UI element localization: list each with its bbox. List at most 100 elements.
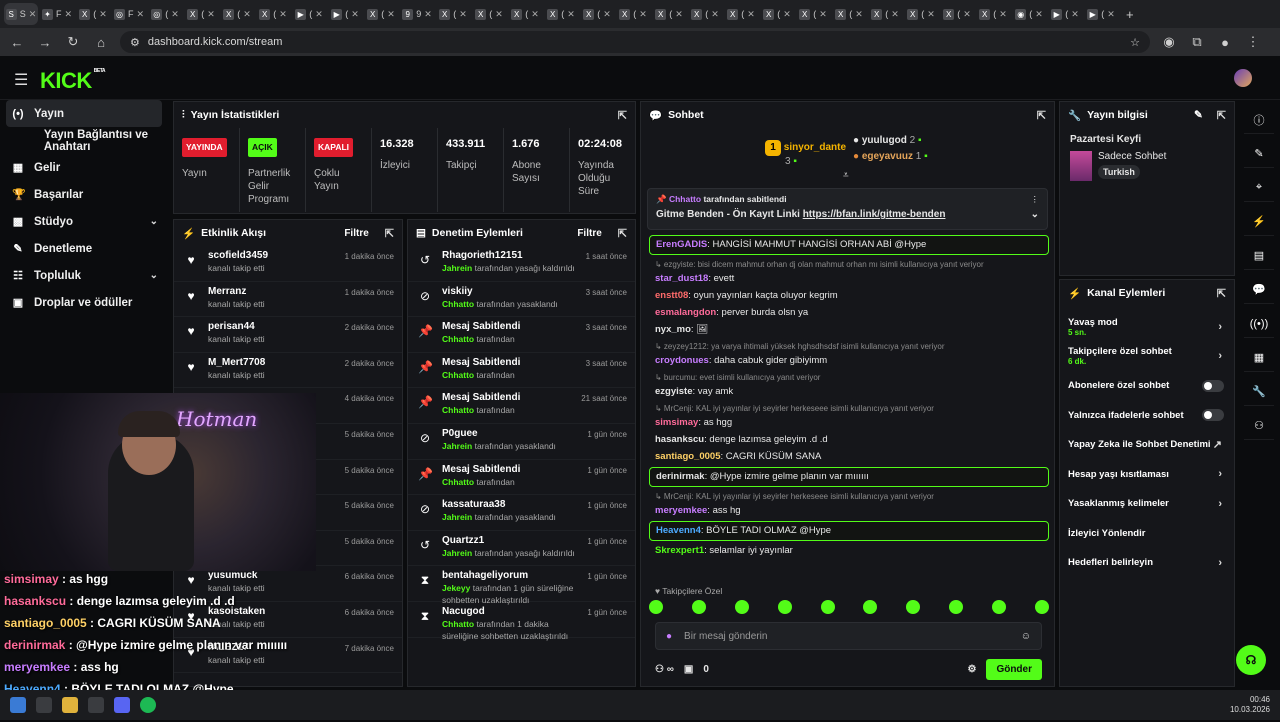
mod-actor[interactable]: Chhatto	[442, 405, 474, 415]
browser-tab[interactable]: X(✕	[688, 3, 722, 25]
emote-icon[interactable]	[992, 600, 1006, 614]
browser-tab[interactable]: ▶(✕	[292, 3, 326, 25]
category-name[interactable]: Sadece Sohbet	[1098, 151, 1166, 162]
send-button[interactable]: Gönder	[986, 658, 1042, 680]
emote-icon[interactable]	[949, 600, 964, 614]
tab-close-icon[interactable]: ✕	[64, 9, 72, 20]
pinned-link[interactable]: https://bfan.link/gitme-benden	[803, 209, 946, 220]
emote-icon[interactable]	[691, 600, 706, 614]
chat-username[interactable]: ezgyiste	[655, 386, 693, 397]
sidebar-item[interactable]: ▦ Gelir	[0, 154, 170, 181]
tab-close-icon[interactable]: ✕	[136, 9, 144, 20]
channel-action[interactable]: Abonelere özel sohbet	[1060, 371, 1234, 401]
chat-username[interactable]: nyx_mo	[655, 324, 691, 335]
tab-close-icon[interactable]: ✕	[639, 9, 647, 20]
browser-tab[interactable]: X(✕	[868, 3, 902, 25]
browser-tab[interactable]: X(✕	[940, 3, 974, 25]
tab-close-icon[interactable]: ✕	[424, 9, 432, 20]
expand-icon[interactable]: ⩡	[843, 170, 849, 181]
community-icon[interactable]: ⚇	[1244, 412, 1274, 440]
mod-actor[interactable]: Jahrein	[442, 512, 472, 522]
emote-icon[interactable]	[820, 600, 835, 614]
forward-icon[interactable]: →	[36, 33, 54, 51]
channel-action[interactable]: İzleyici Yönlendir	[1060, 519, 1234, 549]
broadcast-icon[interactable]: ((•))	[1244, 310, 1274, 338]
system-clock[interactable]: 00:46 10.03.2026	[1230, 695, 1270, 715]
browser-tab[interactable]: X(✕	[724, 3, 758, 25]
site-info-icon[interactable]: ⚙	[130, 36, 140, 49]
sidebar-item[interactable]: ▩ Stüdyo ⌄	[0, 208, 170, 235]
event-user[interactable]: scofield3459	[208, 250, 335, 262]
chevron-right-icon[interactable]: ›	[1218, 557, 1222, 569]
tab-close-icon[interactable]: ✕	[351, 9, 359, 20]
mod-actor[interactable]: Chhatto	[442, 477, 474, 487]
tab-close-icon[interactable]: ✕	[171, 9, 179, 20]
more-icon[interactable]: ⋮	[1031, 194, 1040, 205]
mod-actor[interactable]: Jekeyy	[442, 583, 470, 593]
browser-tab[interactable]: X(✕	[904, 3, 938, 25]
tab-close-icon[interactable]: ✕	[1107, 9, 1115, 20]
browser-tab[interactable]: ▶(✕	[1048, 3, 1082, 25]
browser-tab[interactable]: ▶(✕	[328, 3, 362, 25]
popout-icon[interactable]: ⇱	[1217, 287, 1226, 300]
event-user[interactable]: M_Mert7708	[208, 357, 335, 369]
sidebar-item[interactable]: ▣ Droplar ve ödüller	[0, 289, 170, 316]
tab-close-icon[interactable]: ✕	[819, 9, 827, 20]
bolt-icon[interactable]: ⚡	[1244, 208, 1274, 236]
browser-tab[interactable]: X(✕	[436, 3, 470, 25]
popout-icon[interactable]: ⇱	[1217, 109, 1226, 122]
popout-icon[interactable]: ⇱	[618, 227, 627, 240]
tab-close-icon[interactable]: ✕	[747, 9, 755, 20]
browser-tab[interactable]: X(✕	[796, 3, 830, 25]
hamburger-menu-icon[interactable]: ☰	[14, 70, 28, 90]
tab-close-icon[interactable]: ✕	[29, 9, 37, 20]
home-icon[interactable]: ⌂	[92, 33, 110, 51]
mod-actor[interactable]: Jahrein	[442, 548, 472, 558]
mic-icon[interactable]: ●	[666, 631, 672, 642]
mod-actor[interactable]: Jahrein	[442, 441, 472, 451]
tab-close-icon[interactable]: ✕	[207, 9, 215, 20]
tab-close-icon[interactable]: ✕	[675, 9, 683, 20]
tab-close-icon[interactable]: ✕	[315, 9, 323, 20]
channel-action[interactable]: Yavaş mod 5 sn. ›	[1060, 312, 1234, 342]
mod-target[interactable]: Mesaj Sabitlendi	[442, 464, 577, 476]
gifter-name[interactable]: yuulugod	[862, 135, 907, 146]
reload-icon[interactable]: ↻	[64, 33, 82, 51]
tab-close-icon[interactable]: ✕	[279, 9, 287, 20]
user-avatar[interactable]	[1234, 69, 1252, 87]
sidebar-item[interactable]: ☷ Topluluk ⌄	[0, 262, 170, 289]
wallet-icon[interactable]: ▣	[684, 664, 693, 675]
gifter-name[interactable]: sinyor_dante	[784, 142, 846, 153]
mod-actor[interactable]: Chhatto	[442, 334, 474, 344]
tab-close-icon[interactable]: ✕	[891, 9, 899, 20]
points-icon[interactable]: ⚇ ∞	[655, 664, 674, 675]
discord-icon[interactable]	[114, 697, 130, 713]
browser-tab[interactable]: X(✕	[544, 3, 578, 25]
popout-icon[interactable]: ⇱	[385, 227, 394, 240]
chat-username[interactable]: santiago_0005	[655, 451, 720, 462]
emote-icon[interactable]	[777, 600, 792, 614]
popout-icon[interactable]: ⇱	[618, 109, 627, 122]
browser-tab[interactable]: X(✕	[76, 3, 110, 25]
browser-tab[interactable]: X(✕	[652, 3, 686, 25]
chevron-right-icon[interactable]: ›	[1218, 468, 1222, 480]
mod-target[interactable]: Mesaj Sabitlendi	[442, 357, 576, 369]
gifter-name[interactable]: egeyavuuz	[862, 151, 913, 162]
browser-icon[interactable]	[88, 697, 104, 713]
chat-username[interactable]: Heavenn4	[656, 525, 701, 536]
chat-username[interactable]: Skrexpert1	[655, 545, 704, 556]
channel-action[interactable]: Takipçilere özel sohbet 6 dk. ›	[1060, 342, 1234, 372]
tab-close-icon[interactable]: ✕	[495, 9, 503, 20]
browser-tab[interactable]: ◎ F ✕	[112, 3, 146, 25]
browser-tab[interactable]: X(✕	[472, 3, 506, 25]
chevron-down-icon[interactable]: ⌄	[1031, 209, 1039, 220]
extensions-puzzle-icon[interactable]: ⧉	[1188, 33, 1206, 51]
sidebar-item[interactable]: Yayın Bağlantısı ve Anahtarı	[0, 127, 170, 154]
emote-icon[interactable]	[1034, 600, 1049, 614]
mod-target[interactable]: Nacugod	[442, 606, 577, 618]
windows-start-icon[interactable]	[10, 697, 26, 713]
chevron-right-icon[interactable]: ›	[1218, 321, 1222, 333]
target-icon[interactable]: ⌖	[1244, 174, 1274, 202]
toggle-switch[interactable]	[1202, 379, 1224, 392]
tab-close-icon[interactable]: ✕	[999, 9, 1007, 20]
